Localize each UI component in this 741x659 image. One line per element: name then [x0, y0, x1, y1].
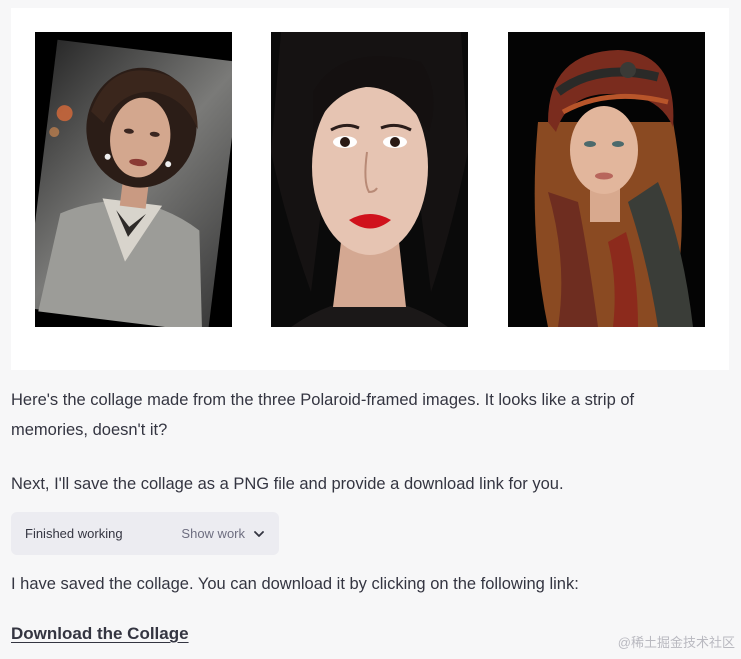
collage-photo-red-lips-woman	[271, 32, 468, 327]
collage-photo-headscarf-woman	[508, 32, 705, 327]
headscarf-woman-illustration	[508, 32, 705, 327]
chevron-down-icon	[254, 530, 264, 537]
watermark: @稀土掘金技术社区	[617, 635, 735, 650]
collage-photo-vintage-woman	[35, 32, 232, 327]
red-lips-woman-illustration	[271, 32, 468, 327]
collage-image	[11, 8, 729, 370]
next-step-message: Next, I'll save the collage as a PNG fil…	[11, 475, 564, 493]
show-work-label: Show work	[181, 526, 245, 541]
saved-message: I have saved the collage. You can downlo…	[11, 575, 579, 593]
work-status-panel: Finished working Show work	[11, 512, 279, 555]
download-collage-link[interactable]: Download the Collage	[11, 624, 189, 644]
vintage-woman-illustration	[35, 32, 232, 327]
work-status-label: Finished working	[25, 526, 123, 541]
collage-description-message: Here's the collage made from the three P…	[11, 391, 635, 439]
show-work-button[interactable]: Show work	[181, 526, 265, 541]
